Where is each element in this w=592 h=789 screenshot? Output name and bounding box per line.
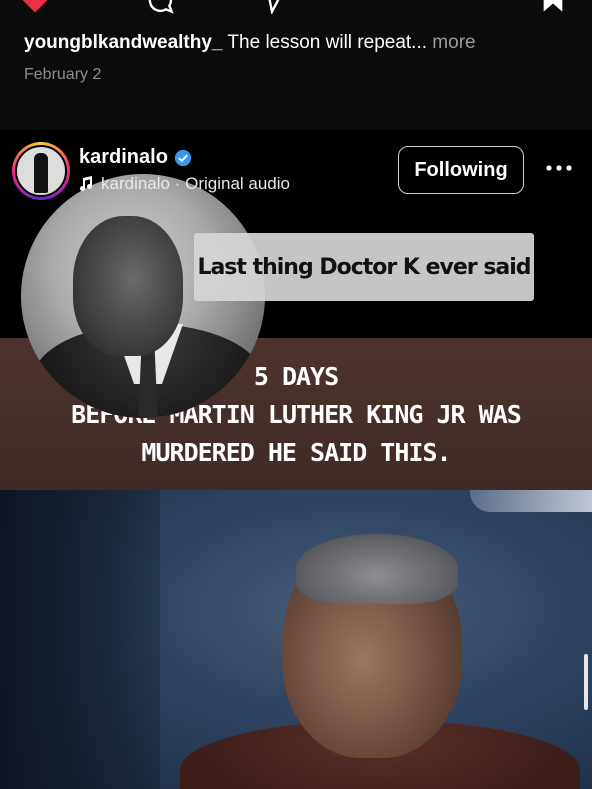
- like-action[interactable]: [20, 0, 50, 14]
- headline-line-3: MURDERED HE SAID THIS.: [141, 438, 451, 467]
- post-date: February 2: [24, 66, 102, 83]
- reel-username[interactable]: kardinalo: [79, 146, 168, 169]
- audio-label: kardinalo · Original audio: [101, 174, 290, 193]
- post-caption: youngblkandwealthy_ The lesson will repe…: [24, 32, 476, 54]
- save-action[interactable]: [540, 0, 566, 14]
- more-icon[interactable]: [544, 158, 574, 178]
- overlay-caption: Last thing Doctor K ever said: [194, 233, 534, 301]
- following-button[interactable]: Following: [398, 146, 524, 194]
- heart-icon: [22, 0, 48, 13]
- audio-info[interactable]: kardinalo · Original audio: [79, 174, 290, 194]
- more-link[interactable]: more: [427, 32, 475, 53]
- caption-username[interactable]: youngblkandwealthy_: [24, 32, 222, 53]
- share-icon: [268, 0, 280, 14]
- reel-video[interactable]: 5 DAYS BEFORE MARTIN LUTHER KING JR WAS …: [0, 130, 592, 789]
- verified-icon: [174, 149, 192, 166]
- scroll-indicator: [584, 654, 588, 710]
- bookmark-icon: [543, 0, 563, 12]
- share-action[interactable]: [258, 0, 286, 14]
- avatar[interactable]: [12, 142, 70, 200]
- comment-icon: [148, 0, 174, 14]
- comment-action[interactable]: [146, 0, 174, 14]
- music-note-icon: [80, 176, 92, 191]
- video-frame: [0, 490, 592, 789]
- post-action-row: [0, 0, 592, 14]
- caption-text: The lesson will repeat...: [222, 32, 428, 53]
- username-row: kardinalo: [79, 146, 192, 169]
- reel-header: kardinalo kardinalo · Original audio Fol…: [0, 130, 592, 210]
